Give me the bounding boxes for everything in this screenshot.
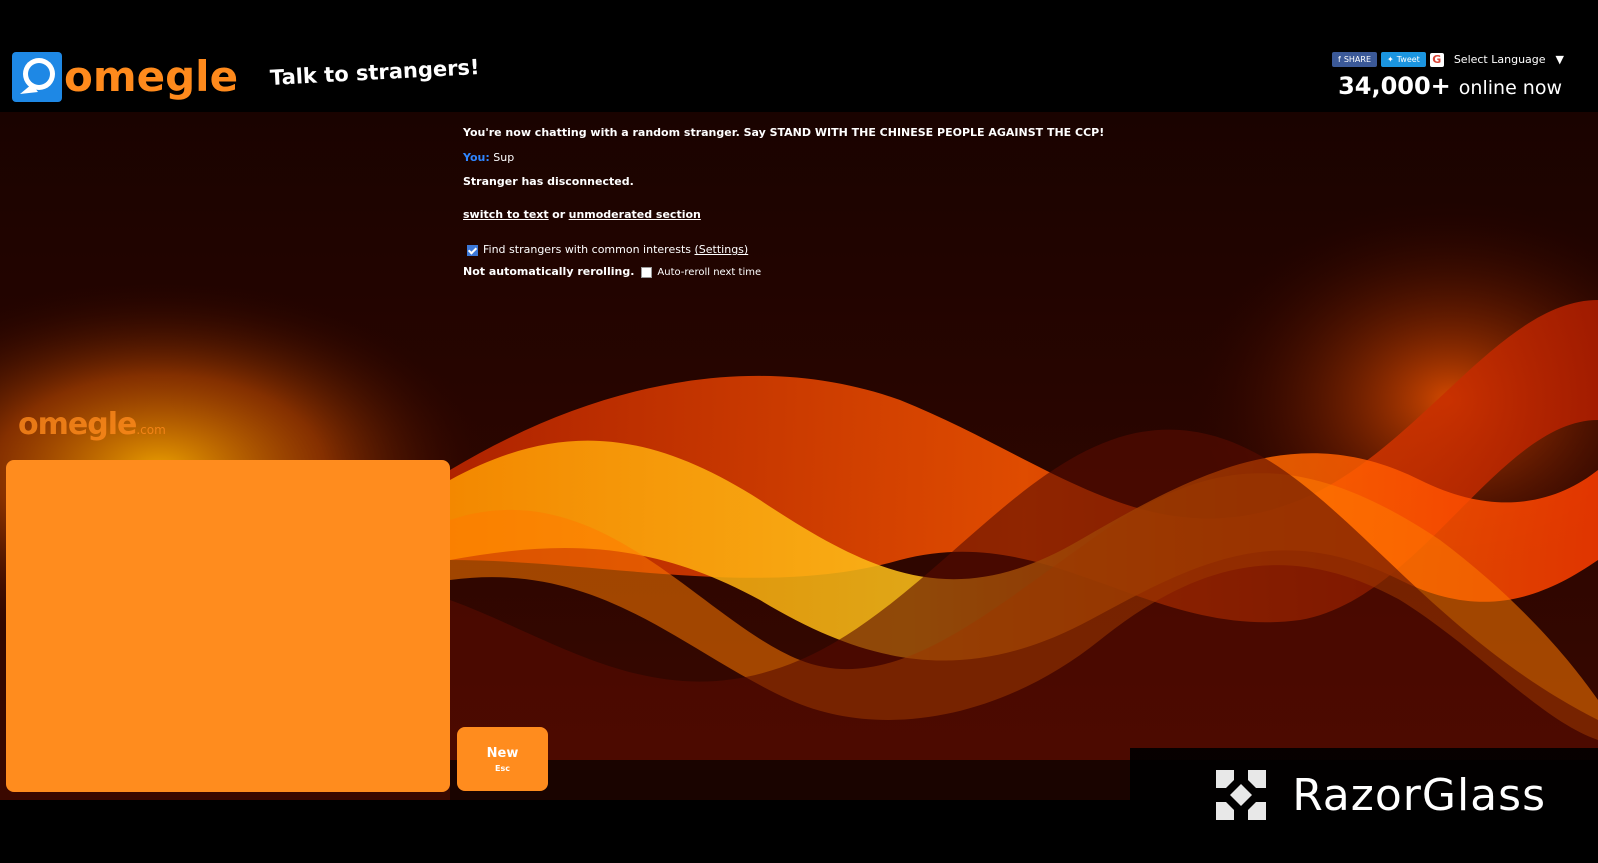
- razorglass-logo-icon: [1216, 770, 1267, 820]
- online-counter: 34,000+ online now: [1338, 72, 1562, 100]
- video-watermark: omegle.com: [18, 407, 166, 442]
- switch-mode-line: switch to text or unmoderated section: [463, 208, 1163, 221]
- interests-row: Find strangers with common interests (Se…: [463, 243, 1163, 256]
- chevron-down-icon: ▼: [1555, 53, 1564, 66]
- new-button-shortcut: Esc: [495, 763, 510, 773]
- you-message-text: Sup: [493, 151, 515, 164]
- reroll-status: Not automatically rerolling.: [463, 265, 635, 278]
- new-button-label: New: [486, 745, 519, 761]
- tweet-label: Tweet: [1396, 55, 1420, 64]
- interests-checkbox[interactable]: [467, 244, 478, 256]
- language-label: Select Language: [1453, 53, 1546, 66]
- chat-intro-message: You're now chatting with a random strang…: [463, 126, 1105, 139]
- interests-label: Find strangers with common interests: [483, 243, 691, 256]
- unmoderated-section-link[interactable]: unmoderated section: [569, 208, 701, 221]
- razorglass-overlay: RazorGlass: [1212, 766, 1546, 824]
- reroll-row: Not automatically rerolling. Auto-reroll…: [463, 265, 1163, 278]
- video-panel: [6, 460, 450, 792]
- logo-text: omegle: [64, 52, 239, 101]
- settings-link[interactable]: (Settings): [695, 243, 749, 256]
- watermark-text: omegle: [18, 407, 137, 442]
- facebook-share-button[interactable]: f SHARE: [1332, 52, 1378, 67]
- online-label: online now: [1458, 77, 1562, 99]
- share-bar: f SHARE ✦ Tweet G Select Language ▼: [1332, 52, 1564, 67]
- switch-or-text: or: [552, 208, 566, 221]
- watermark-suffix: .com: [136, 423, 166, 437]
- online-count: 34,000+: [1338, 72, 1451, 100]
- new-chat-button[interactable]: New Esc: [457, 727, 548, 791]
- twitter-bird-icon: ✦: [1387, 55, 1394, 64]
- you-label: You:: [463, 151, 490, 164]
- omegle-chat-icon: [12, 52, 62, 102]
- razorglass-text: RazorGlass: [1292, 769, 1546, 821]
- omegle-logo[interactable]: omegle: [12, 52, 238, 102]
- you-message-line: You: Sup: [463, 151, 1163, 164]
- autoreroll-checkbox[interactable]: [641, 266, 653, 278]
- tweet-button[interactable]: ✦ Tweet: [1381, 52, 1426, 67]
- facebook-icon: f: [1338, 55, 1341, 64]
- autoreroll-label: Auto-reroll next time: [657, 267, 762, 278]
- facebook-share-label: SHARE: [1343, 55, 1372, 64]
- google-translate-icon: G: [1429, 52, 1444, 67]
- language-selector[interactable]: G Select Language ▼: [1429, 52, 1564, 67]
- disconnected-status: Stranger has disconnected.: [463, 175, 634, 188]
- chat-log: You're now chatting with a random strang…: [463, 126, 1163, 278]
- switch-to-text-link[interactable]: switch to text: [463, 208, 549, 221]
